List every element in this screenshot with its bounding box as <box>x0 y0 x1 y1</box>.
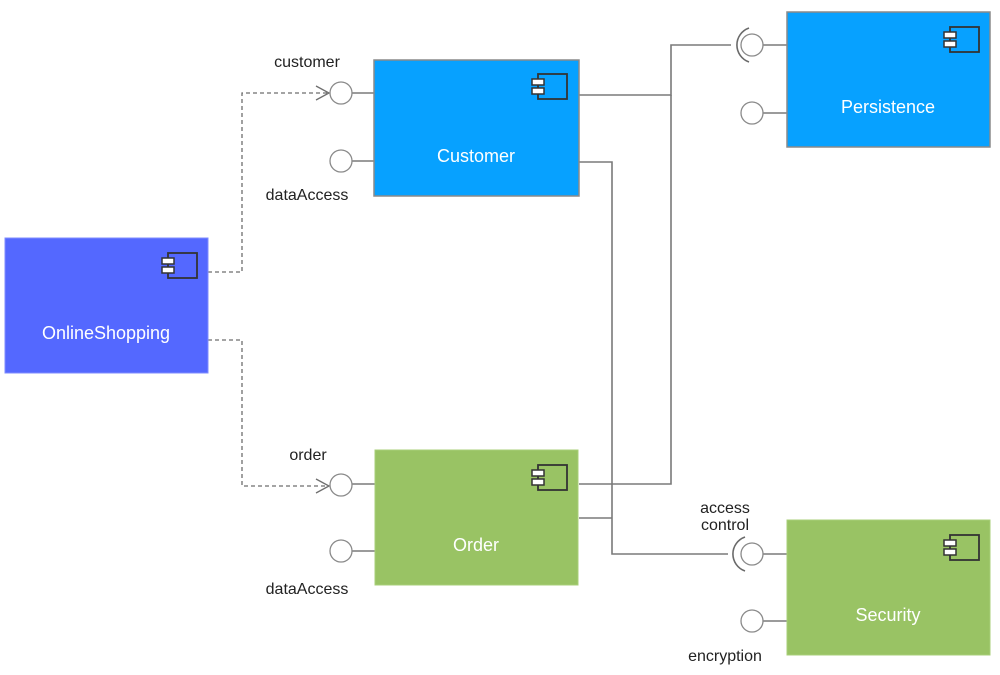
dependency-online-shopping-to-customer <box>208 92 328 273</box>
interface-label-encryption: encryption <box>688 648 762 665</box>
component-name-persistence: Persistence <box>841 97 935 117</box>
connector-order-to-persistence <box>579 95 672 485</box>
component-security[interactable]: Security <box>732 519 991 656</box>
interface-label-customer: customer <box>274 54 340 71</box>
component-name-customer: Customer <box>437 146 515 166</box>
component-online-shopping[interactable]: OnlineShopping <box>4 237 209 374</box>
interface-label-data-access: dataAccess <box>266 187 349 204</box>
component-name-order: Order <box>453 535 499 555</box>
interface-label-access-control-line1: access <box>700 500 750 517</box>
connector-customer-to-security <box>579 161 728 555</box>
interface-access-control-lollipop[interactable] <box>740 542 764 566</box>
interface-customer-lollipop[interactable] <box>329 81 353 105</box>
component-name-online-shopping: OnlineShopping <box>42 323 170 343</box>
interface-data-access-lollipop[interactable] <box>329 539 353 563</box>
interface-encryption-lollipop[interactable] <box>740 609 764 633</box>
dependency-online-shopping-to-order <box>208 339 328 487</box>
component-order[interactable]: Order <box>329 449 579 586</box>
interface-label-access-control-line2: control <box>701 517 749 534</box>
interface-lollipop[interactable] <box>740 101 764 125</box>
interface-label-order: order <box>289 447 327 464</box>
interface-lollipop[interactable] <box>740 33 764 57</box>
component-persistence[interactable]: Persistence <box>736 11 991 148</box>
component-customer[interactable]: Customer <box>329 59 580 197</box>
component-diagram: OnlineShopping Customer customer dataAcc… <box>4 11 991 665</box>
component-name-security: Security <box>855 605 920 625</box>
interface-data-access-lollipop[interactable] <box>329 149 353 173</box>
interface-order-lollipop[interactable] <box>329 473 353 497</box>
interface-label-data-access: dataAccess <box>266 581 349 598</box>
connector-customer-to-persistence <box>579 44 731 96</box>
